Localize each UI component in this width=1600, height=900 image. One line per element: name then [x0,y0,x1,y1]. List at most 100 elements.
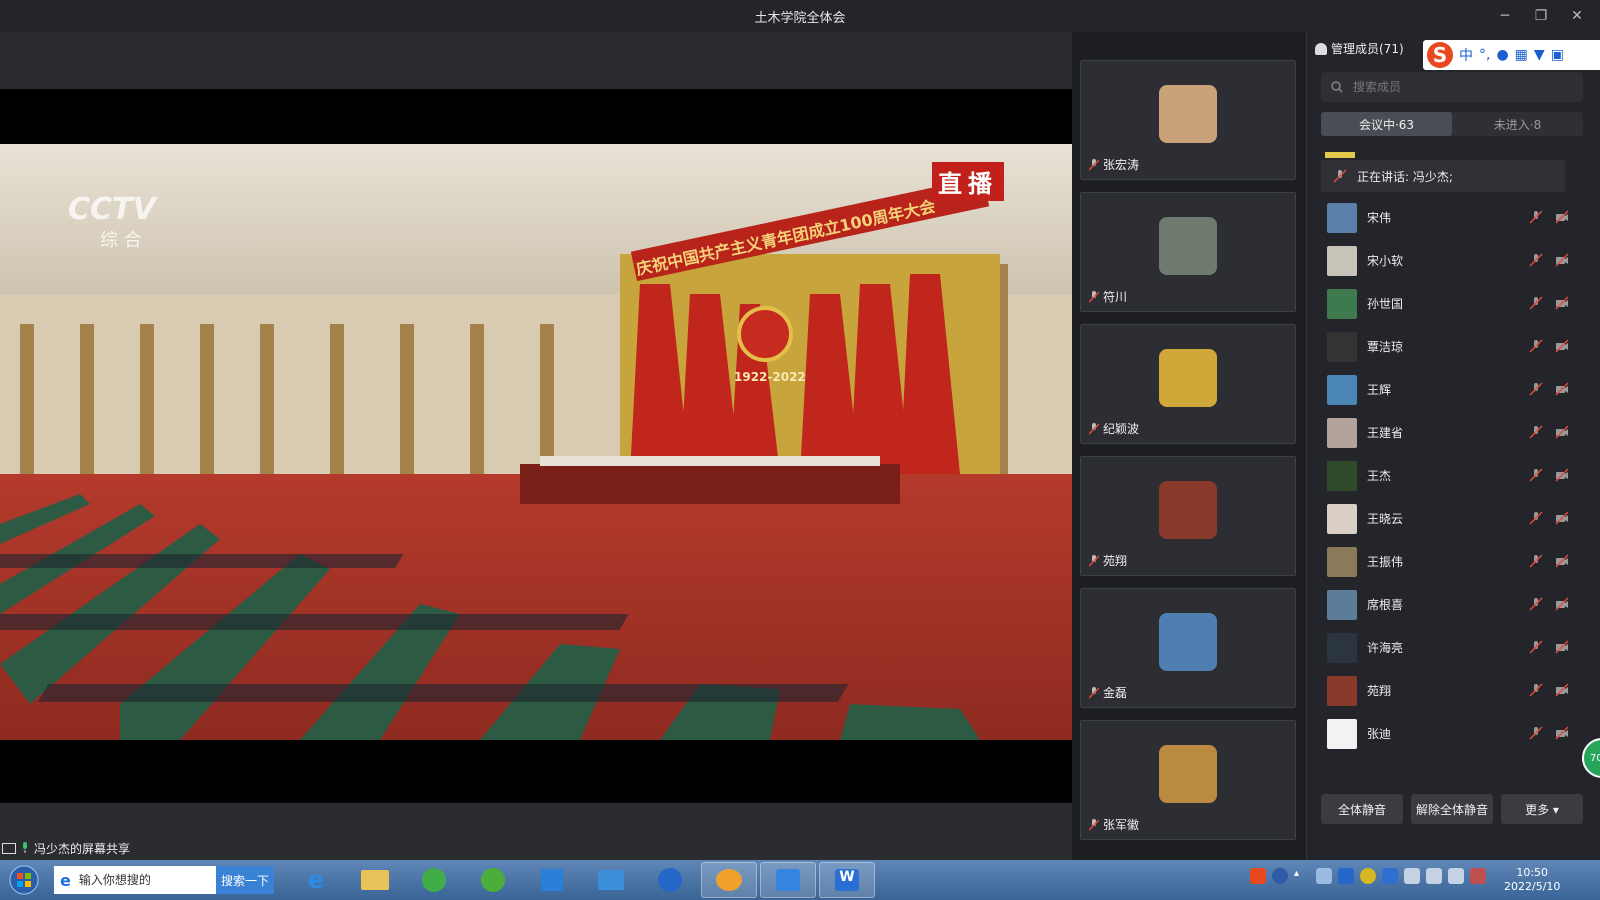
mic-muted-icon [1333,169,1347,183]
punctuation-icon[interactable]: °, [1479,47,1490,63]
mic-muted-icon[interactable] [1529,640,1543,654]
feather-app-icon[interactable] [642,862,698,898]
camera-off-icon[interactable] [1555,253,1569,267]
system-clock[interactable]: 10:50 2022/5/10 [1504,866,1560,894]
refresh-app-icon[interactable] [406,862,462,898]
live-badge: 直播 [932,162,1004,201]
mic-muted-icon[interactable] [1529,339,1543,353]
mic-muted-icon[interactable] [1529,597,1543,611]
unmute-all-button[interactable]: 解除全体静音 [1411,794,1493,824]
meeting-app-icon[interactable] [701,862,757,898]
mic-muted-icon[interactable] [1529,210,1543,224]
calendar-app-icon[interactable] [583,862,639,898]
mic-muted-icon[interactable] [1529,554,1543,568]
mic-muted-icon [1089,554,1099,566]
tab-in-meeting[interactable]: 会议中·63 [1321,112,1452,136]
mic-icon[interactable]: ● [1496,47,1508,63]
list-item[interactable]: 王晓云 [1321,497,1591,540]
mic-muted-icon[interactable] [1529,726,1543,740]
sogou-tray-icon[interactable] [1250,868,1266,884]
taskbar-search-button[interactable]: 搜索一下 [216,866,274,894]
list-item[interactable]: 苑翔 [1321,669,1591,712]
expand-tray-icon[interactable]: ▴ [1294,868,1310,884]
screen-share-indicator: 冯少杰的屏幕共享 [0,838,130,858]
bluetooth-tray-icon[interactable] [1448,868,1464,884]
mute-all-button[interactable]: 全体静音 [1321,794,1403,824]
tile-name: 张军徽 [1103,818,1140,832]
video-tile[interactable]: 张军徽 [1080,720,1296,840]
screen-share-video[interactable]: CCTV 综 合 直播 庆祝中国共产主义青年团成立100周年大会 1922-20… [0,89,1072,803]
list-item[interactable]: 覃洁琼 [1321,325,1591,368]
mic-muted-icon[interactable] [1529,296,1543,310]
mic-muted-icon[interactable] [1529,511,1543,525]
taskbar-search-input[interactable] [76,872,211,888]
camera-off-icon[interactable] [1555,339,1569,353]
more-button[interactable]: 更多 ▾ [1501,794,1583,824]
chart-app-icon[interactable] [760,862,816,898]
list-item[interactable]: 宋小软 [1321,239,1591,282]
restore-icon[interactable]: ❐ [1526,4,1556,28]
video-tile[interactable]: 符川 [1080,192,1296,312]
list-item[interactable]: 孙世国 [1321,282,1591,325]
ime-mode[interactable]: 中 [1459,45,1473,65]
member-search[interactable] [1321,72,1583,102]
shirt-icon[interactable]: ▼ [1534,47,1545,63]
camera-off-icon[interactable] [1555,554,1569,568]
display-tray-icon[interactable] [1426,868,1442,884]
camera-off-icon[interactable] [1555,210,1569,224]
minimize-icon[interactable]: ─ [1490,4,1520,28]
mic-muted-icon[interactable] [1529,382,1543,396]
list-item[interactable]: 王振伟 [1321,540,1591,583]
member-list[interactable]: 正在讲话: 冯少杰; 宋伟 宋小软 孙世国 覃洁琼 王辉 王建省 王杰 王晓云 王振伟 席根喜 许海… [1321,152,1591,792]
sogou-logo-icon[interactable]: S [1427,42,1453,68]
mic-muted-icon[interactable] [1529,253,1543,267]
wps-icon[interactable]: W [819,862,875,898]
video-tile[interactable]: 纪颖波 [1080,324,1296,444]
channel-sub: 综 合 [100,230,142,251]
mic-muted-icon[interactable] [1529,683,1543,697]
network-tray-icon[interactable] [1316,868,1332,884]
tab-not-joined[interactable]: 未进入·8 [1452,112,1583,136]
list-item[interactable]: 王杰 [1321,454,1591,497]
video-tile[interactable]: 苑翔 [1080,456,1296,576]
feather-tray-icon[interactable] [1338,868,1354,884]
camera-off-icon[interactable] [1555,425,1569,439]
volume-tray-icon[interactable] [1404,868,1420,884]
camera-off-icon[interactable] [1555,726,1569,740]
close-icon[interactable]: ✕ [1562,4,1592,28]
ie-icon[interactable]: e [288,862,344,898]
video-tiles: 张宏涛 符川 纪颖波 苑翔 金磊 张军徽 [1080,60,1298,852]
list-item[interactable]: 宋伟 [1321,196,1591,239]
list-item[interactable]: 张迪 [1321,712,1591,755]
user-icon [1315,42,1327,55]
camera-off-icon[interactable] [1555,468,1569,482]
folder-icon[interactable] [347,862,403,898]
list-item[interactable]: 王建省 [1321,411,1591,454]
mic-muted-icon[interactable] [1529,468,1543,482]
wifi-app-icon[interactable] [465,862,521,898]
ime-toolbar[interactable]: S 中 °, ● ▦ ▼ ▣ [1423,40,1600,70]
power-tray-icon[interactable] [1470,868,1486,884]
taskbar-search[interactable]: e 搜索一下 [54,866,274,894]
list-item[interactable]: 席根喜 [1321,583,1591,626]
list-item[interactable]: 王辉 [1321,368,1591,411]
list-item[interactable]: 许海亮 [1321,626,1591,669]
mic-muted-icon[interactable] [1529,425,1543,439]
camera-off-icon[interactable] [1555,296,1569,310]
camera-off-icon[interactable] [1555,511,1569,525]
grid-app-icon[interactable] [524,862,580,898]
camera-off-icon[interactable] [1555,640,1569,654]
shield-tray-icon[interactable] [1382,868,1398,884]
help-tray-icon[interactable] [1272,868,1288,884]
camera-off-icon[interactable] [1555,382,1569,396]
camera-off-icon[interactable] [1555,597,1569,611]
grid-icon[interactable]: ▣ [1551,47,1564,63]
camera-off-icon[interactable] [1555,683,1569,697]
search-input[interactable] [1351,79,1555,95]
start-button[interactable] [4,862,44,898]
video-tile[interactable]: 金磊 [1080,588,1296,708]
video-tile[interactable]: 张宏涛 [1080,60,1296,180]
keyboard-icon[interactable]: ▦ [1515,47,1528,63]
plus-tray-icon[interactable] [1360,868,1376,884]
member-name: 王辉 [1367,383,1392,397]
